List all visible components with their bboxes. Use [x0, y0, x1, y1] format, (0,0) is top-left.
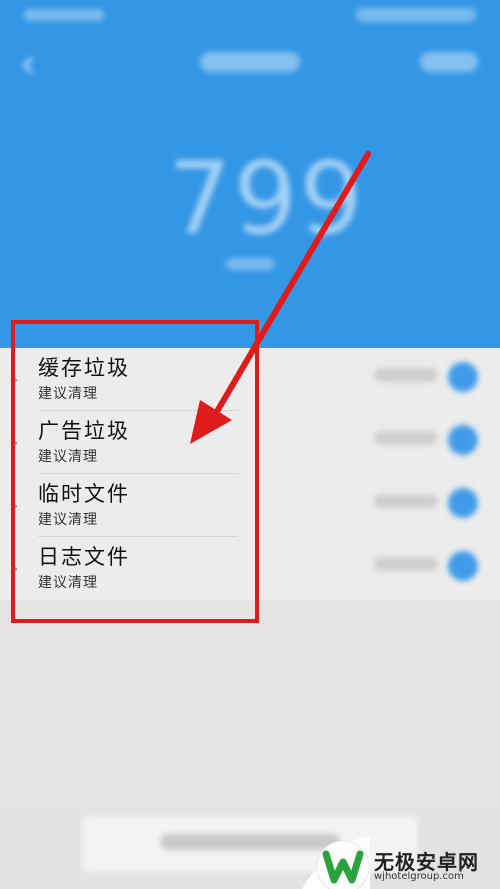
settings-link[interactable]: [420, 52, 478, 72]
item-size: [374, 557, 438, 571]
annotation-highlight-box: [11, 320, 259, 623]
checkbox-icon[interactable]: [448, 488, 478, 518]
page-title: [200, 52, 300, 72]
item-size: [374, 431, 438, 445]
back-icon[interactable]: ‹: [20, 44, 36, 84]
item-size: [374, 494, 438, 508]
header: ‹ 799: [0, 0, 500, 348]
status-bar: [0, 0, 500, 34]
checkbox-icon[interactable]: [448, 425, 478, 455]
carrier-info: [24, 9, 104, 21]
watermark-url: wjhotelgroup.com: [374, 871, 464, 882]
checkbox-icon[interactable]: [448, 362, 478, 392]
checkbox-icon[interactable]: [448, 551, 478, 581]
junk-size-unit: [226, 258, 274, 270]
item-size: [374, 368, 438, 382]
status-icons: [356, 8, 476, 22]
junk-size-number: 799: [168, 140, 365, 257]
